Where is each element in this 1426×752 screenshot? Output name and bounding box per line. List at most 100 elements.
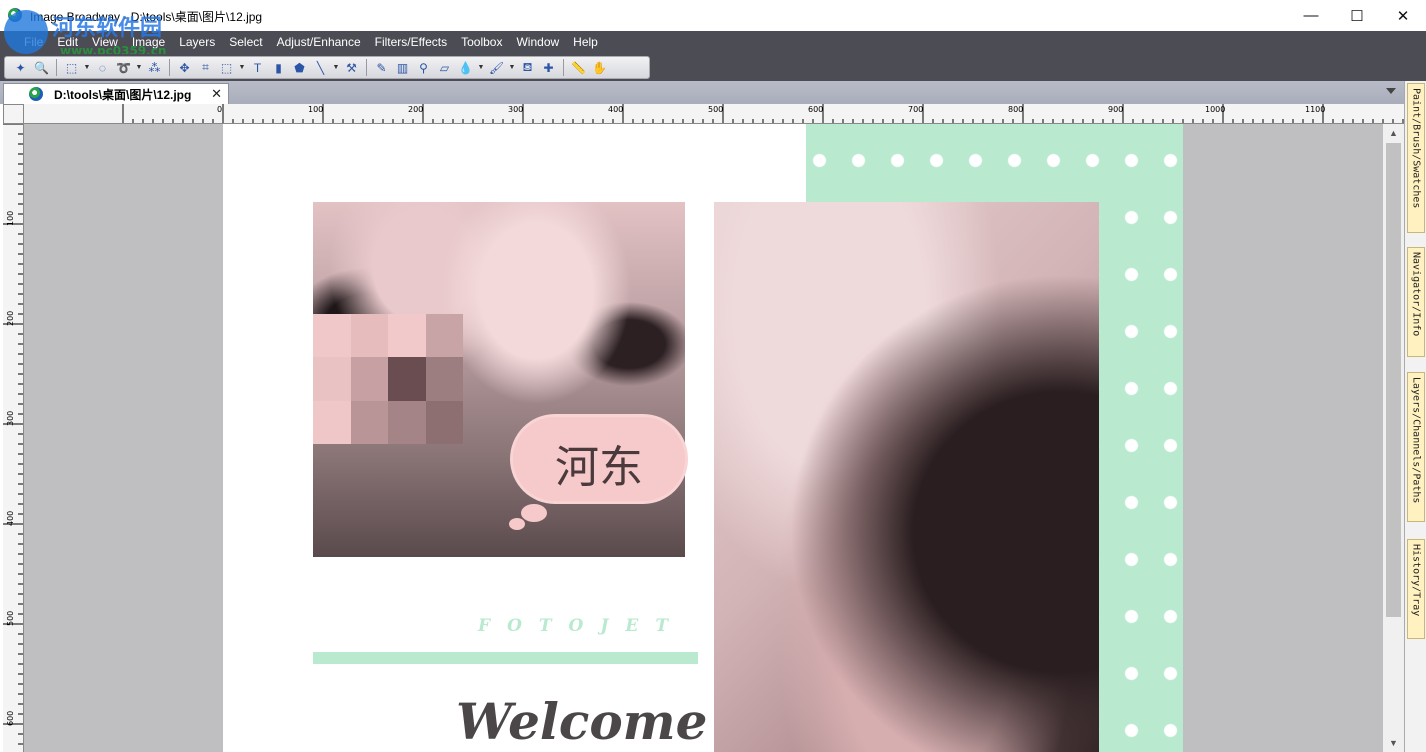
move-icon[interactable]: ✥ <box>175 58 194 77</box>
dock-tab-layers-channels-paths[interactable]: Layers/Channels/Paths <box>1407 372 1425 522</box>
chevron-down-icon[interactable]: ▼ <box>83 58 91 77</box>
vertical-scrollbar[interactable]: ▲ ▼ <box>1383 124 1404 752</box>
dock-tab-label: Layers/Channels/Paths <box>1410 377 1422 504</box>
dock-panel-strip: Paint/Brush/Swatches Navigator/Info Laye… <box>1404 81 1426 752</box>
menu-help[interactable]: Help <box>566 31 605 54</box>
document-tab-strip: D:\tools\桌面\图片\12.jpg ✕ <box>0 81 1404 104</box>
close-icon[interactable]: ✕ <box>211 86 222 102</box>
dock-tab-paint-brush-swatches[interactable]: Paint/Brush/Swatches <box>1407 83 1425 233</box>
ruler-label: 500 <box>6 610 15 626</box>
dropper-icon[interactable]: ⚲ <box>414 58 433 77</box>
minimize-button[interactable]: — <box>1288 0 1334 31</box>
bubble-tail-dot <box>521 504 547 522</box>
lasso-icon[interactable]: ➰ <box>114 58 133 77</box>
transform-icon[interactable]: ⬚ <box>217 58 236 77</box>
wand-icon[interactable]: ✦ <box>11 58 30 77</box>
document-tab[interactable]: D:\tools\桌面\图片\12.jpg ✕ <box>3 83 229 104</box>
menu-image[interactable]: Image <box>125 31 172 54</box>
tab-list-dropdown-icon[interactable] <box>1386 88 1396 94</box>
ruler-label: 300 <box>508 105 524 114</box>
toolbar-separator <box>563 59 564 76</box>
stamp-icon[interactable]: ⛾ <box>518 58 537 77</box>
vertical-ruler: 100 200 300 400 500 600 <box>3 124 24 752</box>
ruler-label: 300 <box>6 410 15 426</box>
clone-icon[interactable]: ⚒ <box>342 58 361 77</box>
toolbar-separator <box>56 59 57 76</box>
ruler-label: 600 <box>6 710 15 726</box>
maximize-button[interactable]: ☐ <box>1334 0 1380 31</box>
menu-file[interactable]: File <box>17 31 50 54</box>
dock-tab-label: History/Tray <box>1410 544 1422 617</box>
dock-tab-label: Paint/Brush/Swatches <box>1410 88 1422 209</box>
toolbar-separator <box>169 59 170 76</box>
ellipse-select-icon[interactable]: ◌ <box>93 58 112 77</box>
ruler-label: 700 <box>908 105 924 114</box>
dock-tab-history-tray[interactable]: History/Tray <box>1407 539 1425 639</box>
close-window-button[interactable]: ✕ <box>1380 0 1426 31</box>
ruler-label: 200 <box>6 310 15 326</box>
app-icon <box>8 8 22 22</box>
ruler-label: 100 <box>308 105 324 114</box>
title-bar: Image Broadway - D:\tools\桌面\图片\12.jpg —… <box>0 0 1426 31</box>
ruler-label: 1100 <box>1305 105 1326 114</box>
menu-view[interactable]: View <box>85 31 125 54</box>
window-title: Image Broadway - D:\tools\桌面\图片\12.jpg <box>30 10 263 24</box>
rect-select-icon[interactable]: ⬚ <box>62 58 81 77</box>
welcome-text: Welcome <box>456 692 708 751</box>
ruler-label: 400 <box>608 105 624 114</box>
menu-bar: File Edit View Image Layers Select Adjus… <box>0 31 1426 54</box>
brush-icon[interactable]: 🖌 <box>487 58 506 77</box>
magic-wand-icon[interactable]: ⁂ <box>145 58 164 77</box>
ruler-label: 800 <box>1008 105 1024 114</box>
document-image[interactable]: 河东 FOTOJET Welcome <box>223 124 1183 752</box>
menu-filters-effects[interactable]: Filters/Effects <box>368 31 454 54</box>
crop-icon[interactable]: ⌗ <box>196 58 215 77</box>
eraser-icon[interactable]: ▱ <box>435 58 454 77</box>
menu-layers[interactable]: Layers <box>172 31 222 54</box>
ruler-label: 400 <box>6 510 15 526</box>
dock-tab-navigator-info[interactable]: Navigator/Info <box>1407 247 1425 357</box>
horizontal-ruler: 0 100 200 300 400 500 600 700 800 900 10… <box>24 104 1404 124</box>
scroll-down-arrow-icon[interactable]: ▼ <box>1383 734 1404 751</box>
menu-select[interactable]: Select <box>222 31 269 54</box>
menu-adjust-enhance[interactable]: Adjust/Enhance <box>270 31 368 54</box>
menu-window[interactable]: Window <box>509 31 566 54</box>
pixelated-area <box>313 314 463 444</box>
menu-toolbox[interactable]: Toolbox <box>454 31 509 54</box>
chevron-down-icon[interactable]: ▼ <box>332 58 340 77</box>
ruler-corner <box>3 104 24 124</box>
mint-divider-bar <box>313 652 698 664</box>
tools-toolbar: ✦ 🔍 ⬚ ▼ ◌ ➰ ▼ ⁂ ✥ ⌗ ⬚ ▼ T ▮ ⬟ ╲ ▼ ⚒ ✎ ▥ … <box>4 56 650 79</box>
portrait-photo <box>714 202 1099 752</box>
document-icon <box>29 87 43 101</box>
shape-icon[interactable]: ⬟ <box>290 58 309 77</box>
drop-icon[interactable]: 💧 <box>456 58 475 77</box>
gradient-icon[interactable]: ▮ <box>269 58 288 77</box>
chevron-down-icon[interactable]: ▼ <box>508 58 516 77</box>
ruler-label: 1000 <box>1205 105 1226 114</box>
text-icon[interactable]: T <box>248 58 267 77</box>
zoom-icon[interactable]: 🔍 <box>32 58 51 77</box>
bubble-tail-dot <box>509 518 525 530</box>
ruler-label: 900 <box>1108 105 1124 114</box>
line-icon[interactable]: ╲ <box>311 58 330 77</box>
fotojet-text: FOTOJET <box>478 616 685 636</box>
document-tab-label: D:\tools\桌面\图片\12.jpg <box>54 87 192 102</box>
ruler-label: 200 <box>408 105 424 114</box>
ruler-icon[interactable]: 📏 <box>569 58 588 77</box>
chevron-down-icon[interactable]: ▼ <box>477 58 485 77</box>
scroll-up-arrow-icon[interactable]: ▲ <box>1383 124 1404 141</box>
pencil-icon[interactable]: ✎ <box>372 58 391 77</box>
ruler-label: 100 <box>6 210 15 226</box>
chevron-down-icon[interactable]: ▼ <box>238 58 246 77</box>
canvas-area[interactable]: 河东 FOTOJET Welcome <box>24 124 1383 752</box>
tube-icon[interactable]: ▥ <box>393 58 412 77</box>
toolbar-separator <box>366 59 367 76</box>
chevron-down-icon[interactable]: ▼ <box>135 58 143 77</box>
scroll-thumb[interactable] <box>1386 143 1401 617</box>
hand-icon[interactable]: ✋ <box>590 58 609 77</box>
ruler-label: 0 <box>217 105 223 114</box>
ruler-label: 600 <box>808 105 824 114</box>
menu-edit[interactable]: Edit <box>50 31 85 54</box>
heal-icon[interactable]: ✚ <box>539 58 558 77</box>
